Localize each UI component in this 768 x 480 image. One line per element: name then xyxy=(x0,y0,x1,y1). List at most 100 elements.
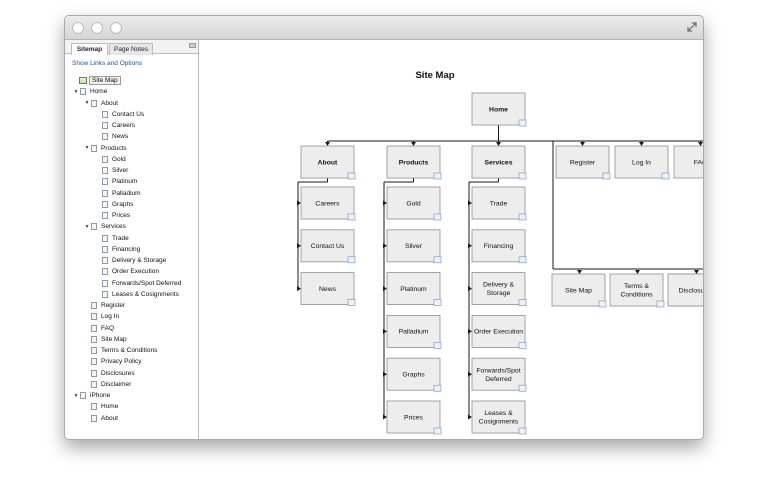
note-icon[interactable] xyxy=(433,172,442,180)
minimize-window-button[interactable] xyxy=(91,22,103,34)
tree-item[interactable]: Register xyxy=(84,300,125,311)
tree-item[interactable]: ▼ About xyxy=(84,98,118,109)
tree-item[interactable]: News xyxy=(95,131,128,142)
sitemap-node[interactable]: Log In xyxy=(614,145,670,180)
tree-item[interactable]: Gold xyxy=(95,154,126,165)
tree-item[interactable]: Graphs xyxy=(95,199,133,210)
resize-icon[interactable] xyxy=(686,21,698,33)
disclosure-triangle-icon xyxy=(95,233,101,244)
node-label: Financing xyxy=(484,243,514,250)
collapse-icon[interactable] xyxy=(189,43,196,48)
sitemap-node[interactable]: Home xyxy=(471,92,527,127)
tree-item[interactable]: Site Map xyxy=(84,334,127,345)
note-icon[interactable] xyxy=(433,384,442,392)
disclosure-triangle-icon[interactable]: ▼ xyxy=(73,86,79,97)
tree-item[interactable]: FAQ xyxy=(84,323,114,334)
tree-item[interactable]: Log In xyxy=(84,311,119,322)
sitemap-node[interactable]: Platinum xyxy=(386,272,442,306)
sitemap-node[interactable]: Order Execution xyxy=(471,314,527,349)
sitemap-node[interactable]: Products xyxy=(386,145,442,180)
tree-item[interactable]: ▼ Products xyxy=(84,143,127,154)
note-icon[interactable] xyxy=(433,213,442,221)
sitemap-node[interactable]: Terms & Conditions xyxy=(609,273,665,308)
tree-item[interactable]: ▼ iPhone xyxy=(73,390,110,401)
tree-item[interactable]: Order Execution xyxy=(95,266,159,277)
sitemap-node[interactable]: Disclosure xyxy=(667,273,704,307)
note-icon[interactable] xyxy=(347,172,356,180)
tree-item[interactable]: About xyxy=(84,413,118,424)
sitemap-node[interactable]: Trade xyxy=(471,186,527,221)
zoom-window-button[interactable] xyxy=(110,22,122,34)
sitemap-node[interactable]: Leases & Cosignments xyxy=(471,400,527,435)
tree-item[interactable]: Prices xyxy=(95,210,130,221)
note-icon[interactable] xyxy=(433,256,442,264)
disclosure-triangle-icon[interactable]: ▼ xyxy=(73,390,79,401)
note-icon[interactable] xyxy=(518,342,527,349)
note-icon[interactable] xyxy=(598,300,607,308)
tree-item[interactable]: Site Map xyxy=(79,75,121,86)
tree-item[interactable]: Delivery & Storage xyxy=(95,255,166,266)
disclosure-triangle-icon[interactable]: ▼ xyxy=(84,143,90,154)
note-icon[interactable] xyxy=(518,427,527,435)
close-window-button[interactable] xyxy=(72,22,84,34)
tree-item-label: Site Map xyxy=(101,335,127,343)
note-icon[interactable] xyxy=(433,299,442,306)
tree-item[interactable]: Forwards/Spot Deferred xyxy=(95,278,181,289)
sitemap-node[interactable]: Services xyxy=(471,145,527,180)
sitemap-node[interactable]: Gold xyxy=(386,186,442,221)
note-icon[interactable] xyxy=(433,342,442,349)
tree-item[interactable]: Palladium xyxy=(95,188,141,199)
disclosure-triangle-icon[interactable]: ▼ xyxy=(84,221,90,232)
note-icon[interactable] xyxy=(347,299,356,306)
note-icon[interactable] xyxy=(518,384,527,392)
diagram-canvas: Site Map Home About Careers Contact Us News Pr… xyxy=(200,40,704,439)
sitemap-node[interactable]: FAQ xyxy=(673,145,704,179)
arrow-icon xyxy=(383,371,387,377)
sitemap-node[interactable]: Careers xyxy=(300,186,356,221)
tree-item[interactable]: Trade xyxy=(95,233,129,244)
tree-item[interactable]: Leases & Cosignments xyxy=(95,289,179,300)
sitemap-node[interactable]: Prices xyxy=(386,400,442,435)
note-icon[interactable] xyxy=(602,172,611,180)
tree-item[interactable]: ▼ Services xyxy=(84,221,126,232)
note-icon[interactable] xyxy=(347,213,356,221)
arrow-icon xyxy=(383,200,387,206)
note-icon[interactable] xyxy=(433,427,442,435)
sitemap-node[interactable]: Graphs xyxy=(386,357,442,392)
sitemap-node[interactable]: Delivery &Storage xyxy=(471,272,527,306)
sitemap-node[interactable]: Forwards/Spot Deferred xyxy=(471,357,527,392)
note-icon[interactable] xyxy=(656,300,665,308)
note-icon[interactable] xyxy=(518,119,527,127)
tab-page-notes[interactable]: Page Notes xyxy=(109,43,153,55)
tree-item[interactable]: Terms & Conditions xyxy=(84,345,157,356)
tree-item[interactable]: Home xyxy=(84,401,118,412)
tree-item[interactable]: Disclaimer xyxy=(84,379,131,390)
sitemap-node[interactable]: About xyxy=(300,145,356,180)
tree-item[interactable]: Financing xyxy=(95,244,140,255)
tree-item[interactable]: Disclosures xyxy=(84,368,135,379)
page-icon xyxy=(102,234,108,242)
tree-item[interactable]: Silver xyxy=(95,165,128,176)
sitemap-node[interactable]: Financing xyxy=(471,229,527,264)
tree-item[interactable]: Careers xyxy=(95,120,135,131)
sitemap-node[interactable]: Site Map xyxy=(551,273,607,308)
sitemap-node[interactable]: Register xyxy=(555,145,611,180)
disclosure-triangle-icon[interactable]: ▼ xyxy=(84,98,90,109)
sitemap-node[interactable]: Contact Us xyxy=(300,229,356,264)
note-icon[interactable] xyxy=(347,256,356,264)
note-icon[interactable] xyxy=(518,172,527,180)
note-icon[interactable] xyxy=(518,299,527,306)
note-icon[interactable] xyxy=(518,256,527,264)
sitemap-node[interactable]: News xyxy=(300,272,356,306)
tree-item[interactable]: ▼ Home xyxy=(73,86,107,97)
tree-item[interactable]: Platinum xyxy=(95,176,137,187)
tab-sitemap[interactable]: Sitemap xyxy=(71,43,108,55)
note-icon[interactable] xyxy=(518,213,527,221)
note-icon[interactable] xyxy=(661,172,670,180)
sitemap-node[interactable]: Silver xyxy=(386,229,442,264)
disclosure-triangle-icon xyxy=(84,413,90,424)
sitemap-node[interactable]: Palladium xyxy=(386,314,442,349)
tree-item[interactable]: Contact Us xyxy=(95,109,144,120)
show-links-and-options-link[interactable]: Show Links and Options xyxy=(72,60,142,67)
tree-item[interactable]: Privacy Policy xyxy=(84,356,141,367)
